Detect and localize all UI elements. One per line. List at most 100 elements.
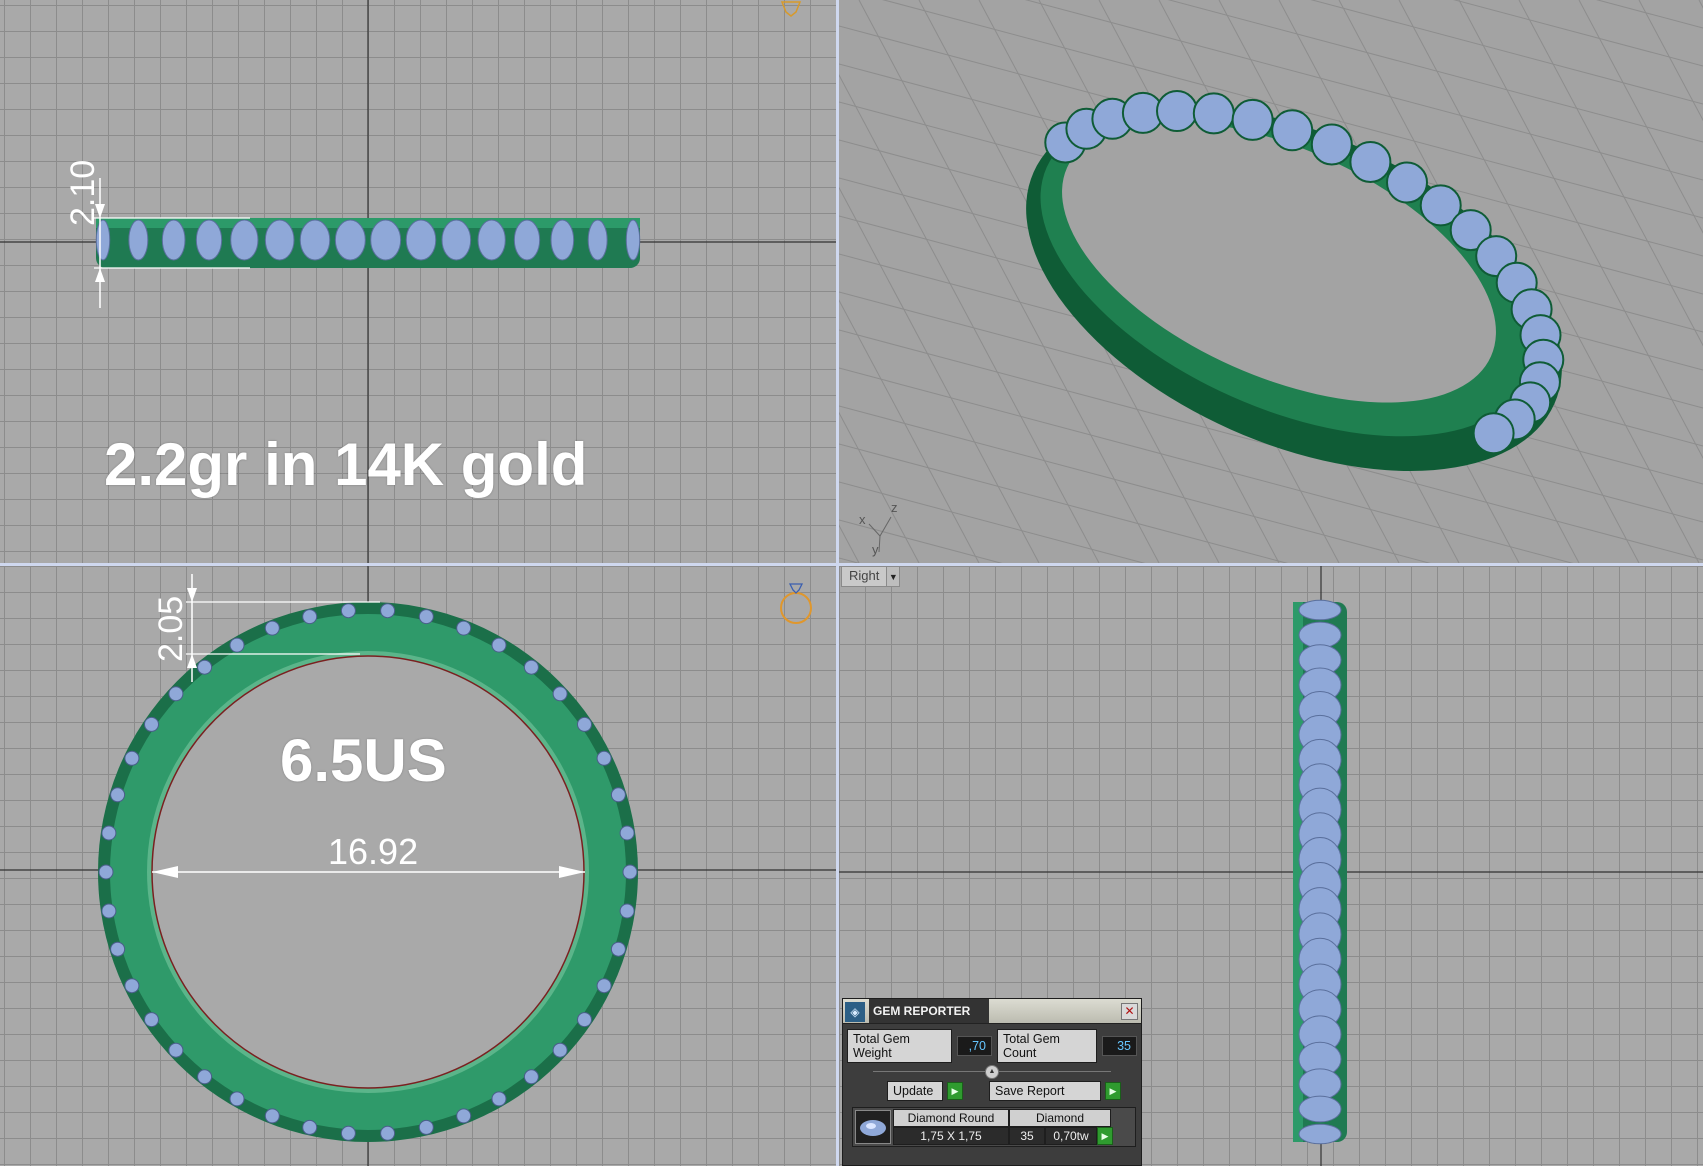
gem-stone: [610, 941, 626, 957]
gem-stone: [456, 1108, 472, 1124]
gem-stone: [1310, 123, 1353, 166]
gem-stone: [1349, 141, 1392, 183]
total-gem-weight-label: Total Gem Weight: [847, 1029, 953, 1063]
gem-stone: [195, 219, 223, 261]
gem-stone: [1472, 412, 1515, 455]
gem-weight: 0,70tw: [1045, 1127, 1097, 1145]
viewport-separator-vertical[interactable]: [836, 0, 839, 1166]
gem-stone: [596, 750, 612, 766]
gem-stone: [1156, 90, 1198, 132]
gem-stone: [625, 219, 641, 261]
gem-count: 35: [1009, 1127, 1045, 1145]
gem-stone: [380, 603, 396, 619]
gem-stone: [1271, 109, 1314, 152]
gem-stone: [302, 1119, 318, 1135]
play-icon[interactable]: ▶: [1105, 1082, 1121, 1100]
close-icon[interactable]: ✕: [1121, 1002, 1138, 1020]
gem-stone: [264, 1108, 280, 1124]
gem-stone: [550, 219, 575, 261]
gem-stone: [552, 1042, 568, 1058]
gem-stone: [110, 787, 126, 803]
gem-stone: [619, 903, 635, 919]
dimension-thickness-label: 2.05: [152, 595, 190, 662]
gem-stone: [161, 219, 186, 261]
gem-shape-header: Diamond Round: [893, 1109, 1009, 1127]
gem-thumbnail-icon: [855, 1110, 891, 1144]
gem-stone: [229, 1091, 245, 1107]
gem-stone: [144, 1012, 159, 1028]
gem-stone: [477, 219, 506, 261]
gem-reporter-panel: ◈ GEM REPORTER ✕ Total Gem Weight ,70 To…: [842, 998, 1142, 1166]
update-button[interactable]: Update: [887, 1081, 943, 1101]
size-annotation: 6.5US: [280, 727, 447, 794]
gem-stone: [1298, 1068, 1342, 1100]
gem-stone: [229, 637, 245, 653]
gem-stone: [98, 864, 114, 880]
axis-z-label: z: [891, 500, 898, 515]
ring-right-view: [1293, 599, 1347, 1145]
dropdown-icon[interactable]: ▼: [886, 567, 900, 586]
gem-stone: [230, 219, 259, 261]
gem-stone: [405, 219, 437, 261]
gem-stone: [1298, 1123, 1342, 1145]
gem-stone: [264, 219, 295, 261]
gem-stone: [299, 219, 331, 261]
viewport-perspective[interactable]: x z y: [839, 0, 1703, 563]
viewport-perspective-canvas: [839, 0, 1703, 563]
save-report-button[interactable]: Save Report: [989, 1081, 1101, 1101]
gem-stone: [622, 864, 638, 880]
gem-reporter-icon: ◈: [845, 1001, 865, 1022]
gem-reporter-title: GEM REPORTER: [869, 999, 989, 1023]
viewport-front[interactable]: 2.05 16.92 6.5US: [0, 566, 836, 1166]
gem-stone: [1386, 161, 1428, 204]
gem-stone: [1231, 98, 1274, 141]
gem-stone: [128, 219, 149, 261]
axis-x-label: x: [859, 512, 866, 527]
gem-stone: [577, 716, 592, 732]
gem-stone: [491, 637, 507, 653]
report-slider[interactable]: ▲: [873, 1065, 1111, 1079]
gem-stone: [610, 787, 626, 803]
gem-stone: [168, 686, 184, 702]
gem-size: 1,75 X 1,75: [893, 1127, 1009, 1145]
gem-material-header: Diamond: [1009, 1109, 1111, 1127]
gem-reporter-titlebar[interactable]: ◈ GEM REPORTER ✕: [843, 999, 1141, 1024]
gem-stone: [124, 750, 140, 766]
gem-stone: [596, 978, 612, 994]
gem-stone: [491, 1091, 507, 1107]
gem-stone: [334, 219, 366, 261]
gem-stone: [1192, 92, 1235, 135]
gem-stone: [101, 903, 117, 919]
gem-stone: [197, 1069, 213, 1085]
gem-stone: [264, 620, 280, 636]
gem-stone: [124, 978, 140, 994]
view-selector[interactable]: Right ▼: [841, 566, 901, 587]
ring-side-view: [95, 218, 641, 268]
gem-stone: [197, 659, 213, 675]
slider-knob-icon[interactable]: ▲: [985, 1065, 999, 1079]
gem-stone: [101, 825, 117, 841]
gem-table-row[interactable]: Diamond Round Diamond 1,75 X 1,75 35 0,7…: [853, 1108, 1135, 1146]
gem-stone: [370, 219, 402, 261]
viewport-top[interactable]: 2.10 2.2gr in 14K gold: [0, 0, 836, 563]
gem-table: Diamond Round Diamond 1,75 X 1,75 35 0,7…: [852, 1107, 1136, 1147]
play-icon[interactable]: ▶: [947, 1082, 963, 1100]
dimension-height-label: 2.10: [64, 159, 102, 226]
gem-stone: [380, 1125, 396, 1141]
gem-stone: [441, 219, 472, 261]
gem-stone: [1298, 621, 1342, 649]
gem-stone: [456, 620, 472, 636]
ring-icon: [780, 583, 812, 624]
gem-stone: [1298, 599, 1342, 621]
gem-stone: [552, 686, 568, 702]
gem-stone: [340, 603, 356, 619]
gem-stone: [1298, 1095, 1342, 1123]
gem-stone: [523, 659, 539, 675]
gem-stone: [523, 1069, 539, 1085]
total-gem-count-label: Total Gem Count: [997, 1029, 1098, 1063]
gem-stone: [418, 609, 434, 625]
gem-stone: [513, 219, 541, 261]
play-icon[interactable]: ▶: [1097, 1127, 1113, 1145]
gem-stone: [340, 1125, 356, 1141]
weight-annotation: 2.2gr in 14K gold: [104, 431, 588, 498]
